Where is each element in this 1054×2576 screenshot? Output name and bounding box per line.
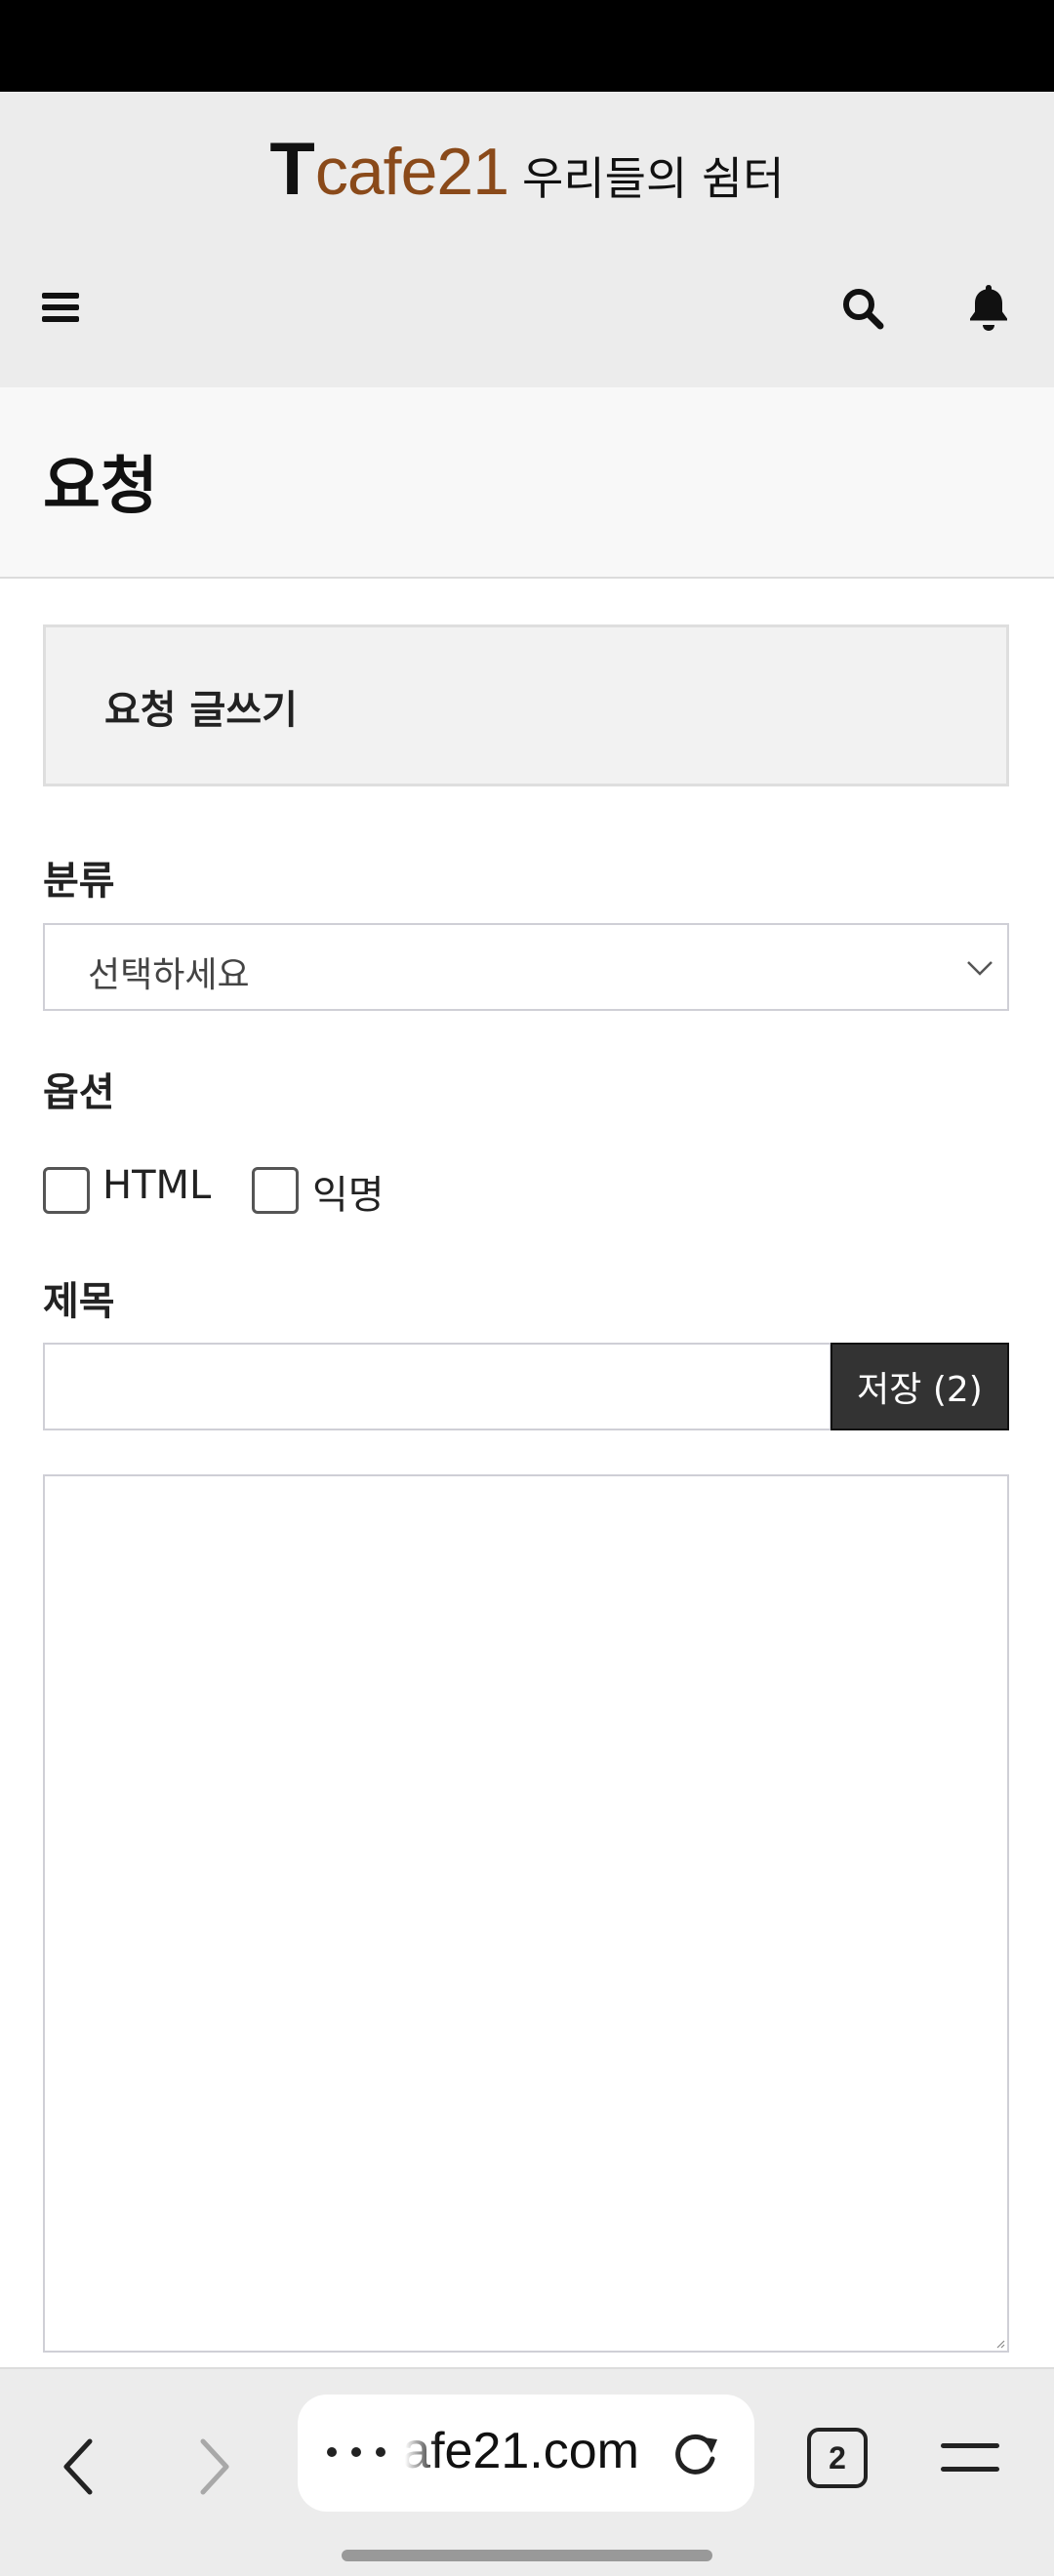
category-selected-value: 선택하세요: [88, 955, 250, 995]
logo-tagline: 우리들의 쉼터: [522, 152, 785, 205]
options-label: 옵션: [43, 1070, 115, 1115]
subject-input[interactable]: [43, 1343, 831, 1430]
page-title-bar: 요청: [0, 387, 1054, 579]
home-indicator: [342, 2550, 712, 2561]
more-dots-icon[interactable]: [327, 2428, 385, 2476]
html-checkbox-label[interactable]: HTML: [102, 1163, 211, 1208]
logo-cafe: cafe21: [314, 135, 509, 209]
anonymous-checkbox-label[interactable]: 익명: [312, 1163, 385, 1220]
status-bar: [0, 0, 1054, 92]
form-heading: 요청 글쓰기: [104, 688, 298, 733]
html-checkbox[interactable]: [43, 1167, 90, 1214]
anonymous-checkbox[interactable]: [252, 1167, 299, 1214]
page-title: 요청: [43, 451, 158, 523]
bell-icon: [970, 285, 1007, 331]
forward-arrow-icon: [200, 2438, 229, 2495]
subject-label: 제목: [43, 1279, 115, 1324]
url-value: tcafe21.com: [405, 2423, 639, 2479]
forward-button[interactable]: [185, 2428, 244, 2506]
site-header: Tcafe21 우리들의 쉼터: [0, 92, 1054, 387]
back-button[interactable]: [49, 2428, 107, 2506]
reload-icon[interactable]: [667, 2424, 725, 2482]
search-icon: [843, 289, 884, 330]
menu-lines-icon[interactable]: [939, 2437, 1001, 2478]
category-label: 분류: [43, 859, 115, 904]
hamburger-menu-icon: [42, 293, 79, 322]
chevron-down-icon: [967, 961, 993, 976]
resize-grip-icon[interactable]: [995, 2339, 1005, 2349]
save-button[interactable]: 저장 (2): [831, 1343, 1009, 1430]
notifications-button[interactable]: [958, 275, 1019, 340]
search-button[interactable]: [833, 279, 892, 338]
hamburger-menu-button[interactable]: [35, 283, 88, 332]
category-select[interactable]: 선택하세요: [43, 923, 1009, 1011]
address-bar[interactable]: tcafe21.com: [298, 2395, 754, 2512]
tabs-button[interactable]: 2: [807, 2428, 868, 2488]
url-text[interactable]: tcafe21.com: [405, 2422, 639, 2480]
content-textarea[interactable]: [43, 1474, 1009, 2353]
back-arrow-icon: [63, 2438, 93, 2495]
logo-t: T: [269, 128, 315, 211]
site-logo[interactable]: Tcafe21 우리들의 쉼터: [0, 127, 1054, 212]
browser-toolbar: tcafe21.com 2: [0, 2367, 1054, 2576]
form-heading-box: 요청 글쓰기: [43, 624, 1009, 786]
